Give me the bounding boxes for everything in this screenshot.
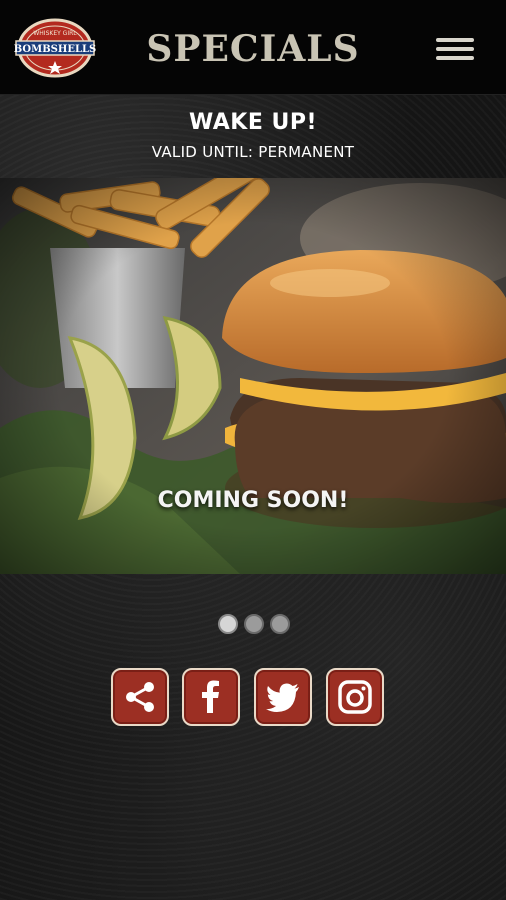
carousel-pagination <box>218 614 290 634</box>
special-title: WAKE UP! <box>188 110 318 135</box>
share-button[interactable] <box>111 668 169 726</box>
hamburger-menu-icon[interactable] <box>436 38 478 64</box>
page-title: SPECIALS <box>146 28 360 70</box>
app-header: BOMBSHELLS WHISKEY GIRL SPECIALS <box>0 0 506 95</box>
carousel-dot-3[interactable] <box>270 614 290 634</box>
special-banner-image[interactable]: COMING SOON! <box>0 178 506 574</box>
instagram-icon <box>338 680 372 714</box>
special-valid-until: VALID UNTIL: PERMANENT <box>151 143 355 161</box>
facebook-button[interactable] <box>182 668 240 726</box>
facebook-icon <box>202 680 219 713</box>
share-icon <box>126 682 154 712</box>
carousel-dot-1[interactable] <box>218 614 238 634</box>
instagram-button[interactable] <box>326 668 384 726</box>
twitter-button[interactable] <box>254 668 312 726</box>
carousel-dot-2[interactable] <box>244 614 264 634</box>
twitter-icon <box>266 683 299 712</box>
banner-caption: COMING SOON! <box>157 488 349 513</box>
